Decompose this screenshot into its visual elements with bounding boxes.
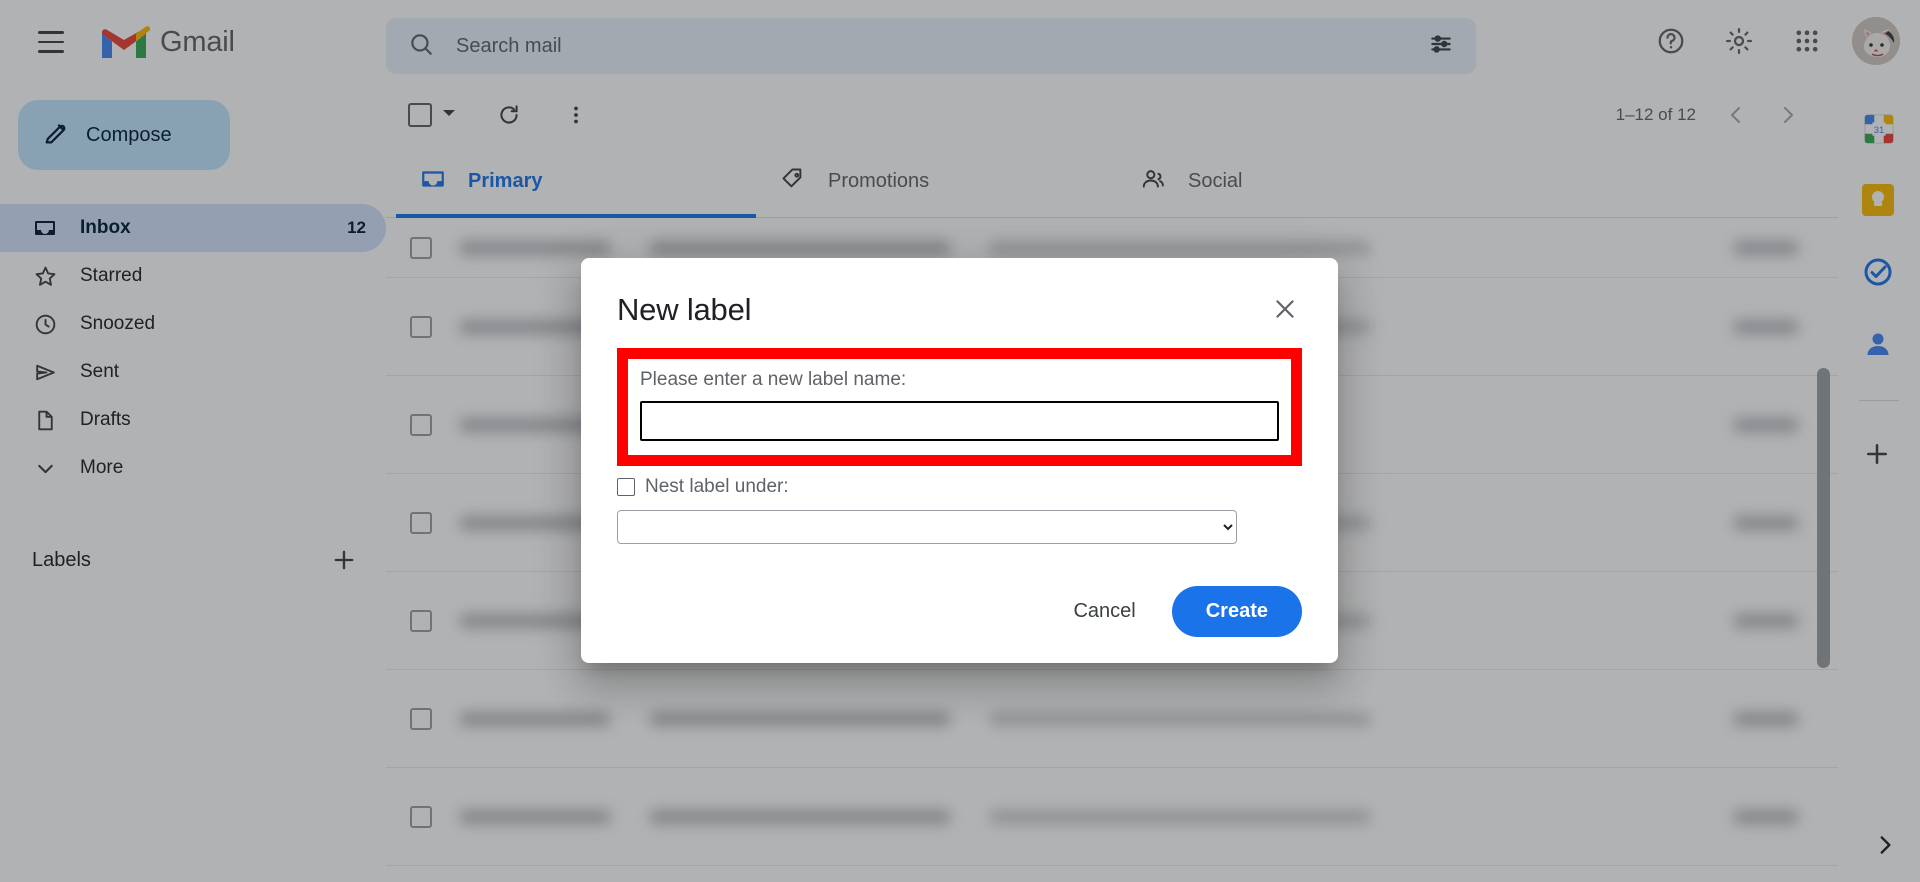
new-label-dialog: New label Please enter a new label name:… [581, 258, 1338, 663]
annotation-highlight-box: Please enter a new label name: [617, 348, 1302, 466]
create-button[interactable]: Create [1171, 586, 1302, 637]
dialog-title: New label [617, 292, 752, 327]
nest-label-row: Nest label under: [617, 476, 1302, 498]
nest-label-checkbox[interactable] [617, 478, 635, 496]
label-name-field-label: Please enter a new label name: [640, 369, 907, 390]
screen: Gmail Search mail Compose Inbox 12 Starr… [0, 0, 1920, 882]
cancel-button[interactable]: Cancel [1051, 588, 1157, 635]
nest-label-text: Nest label under: [645, 476, 789, 497]
nest-parent-select[interactable] [617, 510, 1237, 544]
dialog-header: New label [617, 292, 1302, 328]
close-icon[interactable] [1268, 292, 1302, 326]
dialog-actions: Cancel Create [617, 586, 1302, 637]
label-name-input[interactable] [640, 401, 1279, 441]
